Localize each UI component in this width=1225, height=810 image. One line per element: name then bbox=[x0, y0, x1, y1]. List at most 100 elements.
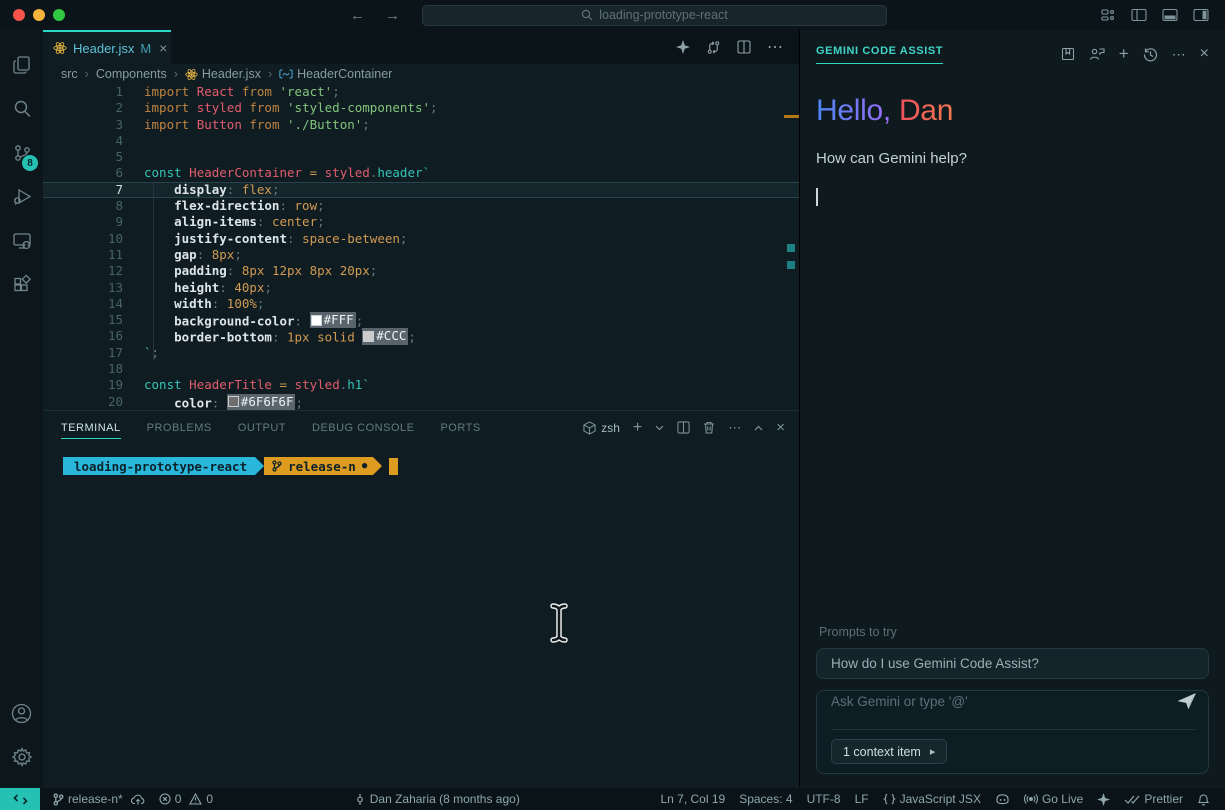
panel-tab-output[interactable]: OUTPUT bbox=[238, 416, 286, 439]
cursor-position-status[interactable]: Ln 7, Col 19 bbox=[653, 788, 732, 810]
remote-explorer-icon[interactable] bbox=[0, 219, 43, 263]
minimize-window-button[interactable] bbox=[33, 9, 45, 21]
language-mode-status[interactable]: JavaScript JSX bbox=[876, 788, 988, 810]
code-line[interactable]: 18 bbox=[43, 361, 799, 377]
terminal-shell-entry[interactable]: zsh bbox=[583, 421, 620, 435]
branch-status-button[interactable]: release-n* bbox=[46, 788, 152, 810]
panel-more-icon[interactable]: ⋯ bbox=[728, 420, 741, 436]
split-terminal-icon[interactable] bbox=[677, 421, 690, 434]
kill-terminal-trash-icon[interactable] bbox=[703, 421, 715, 434]
sparkle-status-icon[interactable] bbox=[1090, 788, 1117, 810]
tab-close-icon[interactable]: × bbox=[159, 40, 167, 56]
code-line[interactable]: 9 align-items: center; bbox=[43, 214, 799, 230]
explorer-icon[interactable] bbox=[0, 43, 43, 87]
run-debug-icon[interactable] bbox=[0, 175, 43, 219]
maximize-panel-icon[interactable] bbox=[754, 425, 763, 431]
history-icon[interactable] bbox=[1143, 47, 1158, 62]
source-control-icon[interactable]: 8 bbox=[0, 131, 43, 175]
panel-tab-terminal[interactable]: TERMINAL bbox=[61, 416, 121, 439]
code-line[interactable]: 15 background-color: #FFF; bbox=[43, 312, 799, 328]
code-line[interactable]: 11 gap: 8px; bbox=[43, 247, 799, 263]
code-line[interactable]: 6const HeaderContainer = styled.header` bbox=[43, 165, 799, 181]
terminal-dropdown-icon[interactable] bbox=[655, 425, 664, 431]
problems-status-button[interactable]: 0 0 bbox=[152, 788, 220, 810]
line-number[interactable]: 9 bbox=[43, 214, 123, 230]
terminal-body[interactable]: loading-prototype-react release-n ● bbox=[43, 444, 799, 787]
code-line[interactable]: 13 height: 40px; bbox=[43, 280, 799, 296]
toggle-secondary-sidebar-icon[interactable] bbox=[1193, 8, 1209, 22]
line-number[interactable]: 10 bbox=[43, 231, 123, 247]
extensions-icon[interactable] bbox=[0, 263, 43, 307]
breadcrumb-symbol[interactable]: HeaderContainer bbox=[279, 67, 392, 81]
color-decorator[interactable]: #FFF bbox=[310, 312, 356, 328]
code-line[interactable]: 17`; bbox=[43, 345, 799, 361]
close-window-button[interactable] bbox=[13, 9, 25, 21]
panel-tab-problems[interactable]: PROBLEMS bbox=[147, 416, 212, 439]
line-number[interactable]: 18 bbox=[43, 361, 123, 377]
customize-layout-icon[interactable] bbox=[1101, 8, 1116, 22]
code-line[interactable]: 19const HeaderTitle = styled.h1` bbox=[43, 377, 799, 393]
editor-more-actions-icon[interactable]: ⋯ bbox=[767, 37, 783, 57]
breadcrumb-components[interactable]: Components bbox=[96, 67, 167, 81]
send-icon[interactable] bbox=[1178, 693, 1196, 709]
code-line[interactable]: 14 width: 100%; bbox=[43, 296, 799, 312]
journal-icon[interactable] bbox=[1061, 47, 1075, 61]
code-editor[interactable]: 1import React from 'react';2import style… bbox=[43, 84, 799, 410]
new-terminal-icon[interactable]: + bbox=[633, 419, 642, 437]
line-number[interactable]: 15 bbox=[43, 312, 123, 328]
code-line[interactable]: 10 justify-content: space-between; bbox=[43, 231, 799, 247]
line-number[interactable]: 8 bbox=[43, 198, 123, 214]
code-line[interactable]: 3import Button from './Button'; bbox=[43, 117, 799, 133]
code-line[interactable]: 8 flex-direction: row; bbox=[43, 198, 799, 214]
line-number[interactable]: 14 bbox=[43, 296, 123, 312]
history-back-icon[interactable]: ← bbox=[350, 7, 365, 24]
line-number[interactable]: 19 bbox=[43, 377, 123, 393]
line-number[interactable]: 16 bbox=[43, 328, 123, 344]
color-swatch-icon[interactable] bbox=[228, 396, 239, 407]
line-number[interactable]: 2 bbox=[43, 100, 123, 116]
toggle-panel-icon[interactable] bbox=[1162, 8, 1178, 22]
eol-status[interactable]: LF bbox=[848, 788, 876, 810]
open-changes-icon[interactable] bbox=[706, 40, 721, 55]
breadcrumb-src[interactable]: src bbox=[61, 67, 78, 81]
commit-info[interactable]: Dan Zaharia (8 months ago) bbox=[347, 788, 527, 810]
remote-indicator-button[interactable] bbox=[0, 788, 40, 810]
line-number[interactable]: 4 bbox=[43, 133, 123, 149]
color-swatch-icon[interactable] bbox=[311, 315, 322, 326]
gemini-more-icon[interactable]: ⋯ bbox=[1172, 46, 1186, 63]
command-center-search[interactable]: loading-prototype-react bbox=[422, 5, 887, 26]
settings-gear-icon[interactable] bbox=[10, 735, 33, 779]
close-gemini-icon[interactable]: × bbox=[1200, 45, 1209, 63]
code-line[interactable]: 7 display: flex; bbox=[43, 182, 799, 198]
panel-tab-ports[interactable]: PORTS bbox=[440, 416, 480, 439]
code-line[interactable]: 4 bbox=[43, 133, 799, 149]
gemini-input-box[interactable]: Ask Gemini or type '@' 1 context item ▸ bbox=[816, 690, 1209, 774]
line-number[interactable]: 11 bbox=[43, 247, 123, 263]
gemini-sparkle-icon[interactable] bbox=[676, 40, 690, 54]
toggle-sidebar-icon[interactable] bbox=[1131, 8, 1147, 22]
code-line[interactable]: 5 bbox=[43, 149, 799, 165]
notifications-bell-icon[interactable] bbox=[1190, 788, 1217, 810]
line-number[interactable]: 17 bbox=[43, 345, 123, 361]
color-decorator[interactable]: #6F6F6F bbox=[227, 394, 296, 410]
code-line[interactable]: 12 padding: 8px 12px 8px 20px; bbox=[43, 263, 799, 279]
prompt-suggestion-button[interactable]: How do I use Gemini Code Assist? bbox=[816, 648, 1209, 679]
context-items-button[interactable]: 1 context item ▸ bbox=[831, 739, 947, 764]
tab-header-jsx[interactable]: Header.jsx M × bbox=[43, 30, 171, 64]
zoom-window-button[interactable] bbox=[53, 9, 65, 21]
line-number[interactable]: 5 bbox=[43, 149, 123, 165]
line-number[interactable]: 3 bbox=[43, 117, 123, 133]
search-sidebar-icon[interactable] bbox=[0, 87, 43, 131]
line-number[interactable]: 20 bbox=[43, 394, 123, 410]
color-decorator[interactable]: #CCC bbox=[362, 328, 408, 344]
new-chat-icon[interactable]: + bbox=[1119, 44, 1129, 64]
code-line[interactable]: 20 color: #6F6F6F; bbox=[43, 394, 799, 410]
line-number[interactable]: 7 bbox=[43, 182, 123, 198]
code-line[interactable]: 1import React from 'react'; bbox=[43, 84, 799, 100]
line-number[interactable]: 1 bbox=[43, 84, 123, 100]
indentation-status[interactable]: Spaces: 4 bbox=[732, 788, 799, 810]
line-number[interactable]: 13 bbox=[43, 280, 123, 296]
accounts-icon[interactable] bbox=[10, 691, 33, 735]
color-swatch-icon[interactable] bbox=[363, 331, 374, 342]
encoding-status[interactable]: UTF-8 bbox=[800, 788, 848, 810]
